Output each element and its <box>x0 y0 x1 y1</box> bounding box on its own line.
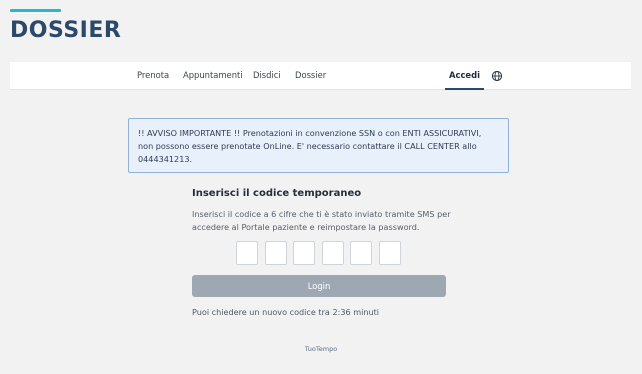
nav-item-dossier[interactable]: Dossier <box>295 62 326 90</box>
otp-description: Inserisci il codice a 6 cifre che ti è s… <box>192 209 451 232</box>
otp-digit-1[interactable] <box>236 241 258 265</box>
dossier-logo[interactable]: DOSSIER <box>10 18 121 43</box>
globe-icon[interactable] <box>491 70 503 82</box>
otp-digit-3[interactable] <box>293 241 315 265</box>
important-notice-alert: !! AVVISO IMPORTANTE !! Prenotazioni in … <box>128 118 509 173</box>
nav-item-accedi[interactable]: Accedi <box>445 62 484 90</box>
otp-digit-5[interactable] <box>350 241 372 265</box>
nav-item-appuntamenti[interactable]: Appuntamenti <box>183 62 243 90</box>
otp-digit-6[interactable] <box>379 241 401 265</box>
nav-item-disdici[interactable]: Disdici <box>253 62 281 90</box>
otp-digit-4[interactable] <box>322 241 344 265</box>
otp-digit-2[interactable] <box>265 241 287 265</box>
login-button[interactable]: Login <box>192 275 446 297</box>
top-navbar: Prenota Appuntamenti Disdici Dossier Acc… <box>10 62 631 90</box>
resend-code-timer: Puoi chiedere un nuovo codice tra 2:36 m… <box>192 307 380 317</box>
nav-item-prenota[interactable]: Prenota <box>137 62 169 90</box>
otp-title: Inserisci il codice temporaneo <box>192 188 362 199</box>
footer-tuotempo-link[interactable]: TuoTempo <box>0 345 642 353</box>
brand-accent-bar <box>10 9 61 12</box>
